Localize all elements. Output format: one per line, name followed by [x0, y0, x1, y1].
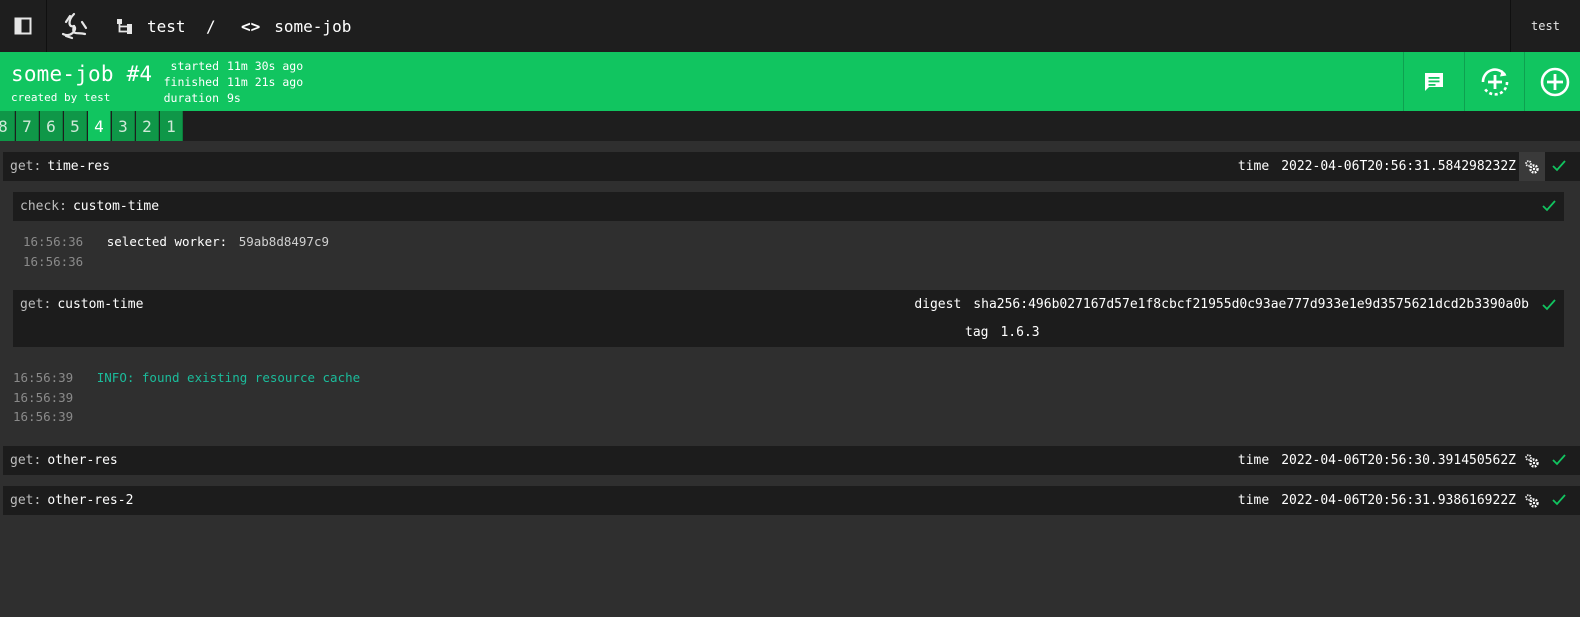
started-value: 11m 30s ago [227, 59, 304, 73]
success-check-icon [1552, 160, 1566, 172]
success-check-icon [1542, 299, 1556, 311]
build-tab-5[interactable]: 5 [64, 111, 87, 141]
log-line: 16:56:39 [13, 390, 73, 405]
duration-label: duration [163, 91, 219, 105]
log-label: selected worker: [106, 234, 228, 249]
step-digest: digest sha256:496b027167d57e1f8cbcf21955d… [914, 297, 1529, 312]
log-timestamp: 16:56:36 [23, 234, 84, 249]
step-name: other-res [47, 453, 118, 468]
log-message: INFO: found existing resource cache [96, 370, 361, 385]
step-version: time 2022-04-06T20:56:30.391450562Z [1238, 453, 1516, 468]
build-tab-1[interactable]: 1 [160, 111, 183, 141]
log-timestamp: 16:56:39 [13, 370, 74, 385]
log-line: 16:56:36 selected worker: 59ab8d8497c9 [23, 234, 329, 249]
step-settings-button[interactable] [1519, 486, 1545, 515]
version-key: time [1237, 159, 1270, 174]
job-name: some-job [274, 16, 352, 36]
success-check-icon [1552, 494, 1566, 506]
log-line: 16:56:36 [23, 254, 83, 269]
step-version: time 2022-04-06T20:56:31.584298232Z [1238, 159, 1516, 174]
step-get-other-res-2[interactable]: get: other-res-2 time 2022-04-06T20:56:31… [3, 486, 1580, 515]
started-label: started [170, 59, 219, 73]
build-times: started 11m 30s ago finished 11m 21s ago d… [160, 58, 304, 106]
step-settings-button[interactable] [1519, 152, 1545, 181]
success-check-icon [1552, 454, 1566, 466]
log-timestamp: 16:56:39 [13, 390, 74, 405]
gears-icon [1525, 493, 1539, 508]
breadcrumb-separator: / [206, 16, 216, 36]
rerun-build-button[interactable] [1464, 52, 1524, 111]
step-check-custom-time[interactable]: check: custom-time [13, 192, 1564, 221]
success-check-icon [1542, 200, 1556, 212]
gears-icon [1525, 453, 1539, 468]
log-line: 16:56:39 [13, 409, 73, 424]
log-line: 16:56:39 INFO: found existing resource c… [13, 370, 360, 385]
step-settings-button[interactable] [1519, 446, 1545, 475]
log-value: 59ab8d8497c9 [238, 234, 330, 249]
step-version: time 2022-04-06T20:56:31.938616922Z [1238, 493, 1516, 508]
version-value: 2022-04-06T20:56:30.391450562Z [1281, 453, 1516, 468]
version-key: time [1237, 453, 1270, 468]
step-keyword: get: [10, 159, 42, 174]
tag-value: 1.6.3 [1000, 325, 1040, 340]
sidebar-toggle-icon [14, 17, 32, 35]
step-name: time-res [47, 159, 110, 174]
build-created-by: created by test [11, 91, 111, 104]
step-get-custom-time[interactable]: get: custom-time digest sha256:496b027167… [13, 290, 1564, 347]
step-name: other-res-2 [47, 493, 134, 508]
duration-value: 9s [227, 91, 241, 105]
step-get-time-res[interactable]: get: time-res time 2022-04-06T20:56:31.58… [3, 152, 1580, 181]
build-tabs: 8 7 6 5 4 3 2 1 [0, 111, 1580, 141]
build-tab-7[interactable]: 7 [16, 111, 39, 141]
trigger-build-button[interactable] [1524, 52, 1580, 111]
build-tab-6[interactable]: 6 [40, 111, 63, 141]
breadcrumb-job[interactable]: <> some-job [241, 0, 351, 52]
build-tab-4[interactable]: 4 [88, 111, 111, 141]
gears-icon [1525, 159, 1539, 174]
comment-icon [1425, 72, 1443, 91]
user-menu[interactable]: test [1510, 0, 1580, 52]
build-tab-3[interactable]: 3 [112, 111, 135, 141]
version-value: 2022-04-06T20:56:31.584298232Z [1281, 159, 1516, 174]
version-value: 2022-04-06T20:56:31.938616922Z [1281, 493, 1516, 508]
add-circle-icon [1540, 67, 1570, 96]
build-title: some-job #4 [11, 62, 153, 86]
step-keyword: get: [10, 453, 42, 468]
pipeline-name: test [147, 16, 186, 36]
step-tag: tag 1.6.3 [965, 325, 1040, 340]
step-keyword: get: [10, 493, 42, 508]
build-comment-button[interactable] [1403, 52, 1464, 111]
step-keyword: get: [20, 297, 52, 312]
top-bar: test / <> some-job test [0, 0, 1580, 52]
job-code-icon: <> [241, 16, 261, 36]
rerun-icon [1481, 67, 1508, 96]
breadcrumb-pipeline[interactable]: test [116, 0, 186, 52]
build-header: some-job #4 created by test started 11m 3… [0, 52, 1580, 111]
step-name: custom-time [72, 199, 160, 214]
concourse-logo-icon[interactable] [58, 10, 90, 42]
step-keyword: check: [20, 199, 67, 214]
digest-value: sha256:496b027167d57e1f8cbcf21955d0c93ae… [973, 297, 1529, 312]
sidebar-toggle-button[interactable] [0, 0, 47, 52]
step-get-other-res[interactable]: get: other-res time 2022-04-06T20:56:30.3… [3, 446, 1580, 475]
pipeline-icon [117, 19, 132, 34]
finished-value: 11m 21s ago [227, 75, 304, 89]
user-name: test [1531, 19, 1560, 33]
build-tab-2[interactable]: 2 [136, 111, 159, 141]
version-key: time [1237, 493, 1270, 508]
build-tab-8[interactable]: 8 [0, 111, 15, 141]
log-timestamp: 16:56:39 [13, 409, 74, 424]
tag-key: tag [965, 325, 989, 340]
step-name: custom-time [57, 297, 144, 312]
log-timestamp: 16:56:36 [23, 254, 84, 269]
finished-label: finished [163, 75, 219, 89]
digest-key: digest [914, 297, 962, 312]
